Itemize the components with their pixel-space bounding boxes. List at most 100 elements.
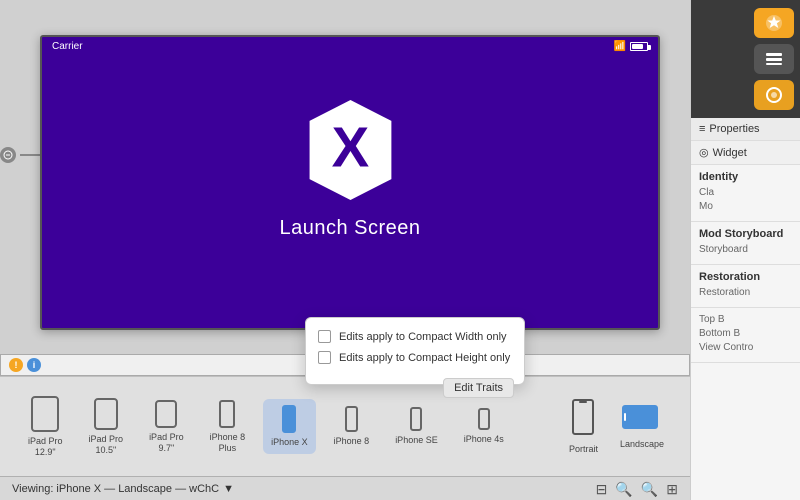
storyboard-title: Mod Storyboard bbox=[699, 228, 792, 240]
viewing-dropdown-arrow[interactable]: ▼ bbox=[223, 483, 234, 495]
ipad-pro-12-icon bbox=[31, 396, 59, 432]
xamarin-logo: X Launch Screen bbox=[279, 95, 420, 240]
view-contro-label: View Contro bbox=[699, 342, 753, 353]
zoom-controls: ⊟ 🔍 🔍 ⊞ bbox=[596, 482, 678, 496]
device-iphone-se[interactable]: iPhone SE bbox=[387, 401, 446, 452]
restoration-label: Restoration bbox=[699, 287, 750, 298]
warning-icon: ! bbox=[9, 358, 23, 372]
viewing-info: Viewing: iPhone X — Landscape — wChC ▼ bbox=[12, 483, 234, 495]
ipad-pro-12-label: iPad Pro12.9" bbox=[28, 436, 63, 458]
launch-screen-text: Launch Screen bbox=[279, 217, 420, 240]
device-ipad-pro-12[interactable]: iPad Pro12.9" bbox=[20, 390, 71, 464]
wifi-icon: 📶 bbox=[614, 41, 626, 52]
compact-height-checkbox[interactable] bbox=[318, 351, 331, 364]
top-b-label: Top B bbox=[699, 314, 725, 325]
popup-overlay: Edits apply to Compact Width only Edits … bbox=[305, 317, 525, 385]
ipad-pro-9-label: iPad Pro9.7" bbox=[149, 432, 184, 454]
device-iphone-8-plus[interactable]: iPhone 8Plus bbox=[202, 394, 254, 460]
iphone-se-label: iPhone SE bbox=[395, 435, 438, 446]
iphone-8-plus-icon bbox=[219, 400, 235, 428]
landscape-label: Landscape bbox=[620, 439, 664, 450]
device-iphone-8[interactable]: iPhone 8 bbox=[326, 400, 378, 453]
ipad-pro-10-label: iPad Pro10.5" bbox=[89, 434, 124, 456]
landscape-icon bbox=[622, 404, 662, 435]
iphone-4s-outline bbox=[478, 408, 490, 430]
widget-icon: ◎ bbox=[699, 146, 709, 159]
identity-section: Identity Cla Mo bbox=[691, 165, 800, 222]
identity-class-row: Cla bbox=[699, 187, 792, 198]
iphone-x-label: iPhone X bbox=[271, 437, 308, 448]
properties-label: Properties bbox=[709, 123, 759, 135]
compact-width-checkbox[interactable] bbox=[318, 330, 331, 343]
device-ipad-pro-10[interactable]: iPad Pro10.5" bbox=[81, 392, 132, 462]
identity-module-row: Mo bbox=[699, 201, 792, 212]
battery-icon bbox=[630, 42, 648, 51]
iphone-8-outline bbox=[345, 406, 358, 432]
restoration-row: Restoration bbox=[699, 287, 792, 298]
connector-circle bbox=[0, 147, 16, 163]
bottom-status-bar: Viewing: iPhone X — Landscape — wChC ▼ ⊟… bbox=[0, 476, 690, 500]
iphone-se-icon bbox=[410, 407, 422, 431]
grid-icon-button[interactable] bbox=[754, 44, 794, 74]
ipad-pro-10-icon bbox=[94, 398, 118, 430]
bottom-b-row: Bottom B bbox=[699, 328, 792, 339]
iphone-4s-label: iPhone 4s bbox=[464, 434, 504, 445]
storyboard-section: Mod Storyboard Storyboard bbox=[691, 222, 800, 265]
amber-icon-button[interactable] bbox=[754, 80, 794, 110]
identity-title: Identity bbox=[699, 171, 792, 183]
widget-label: Widget bbox=[713, 147, 747, 159]
device-ipad-pro-9[interactable]: iPad Pro9.7" bbox=[141, 394, 192, 460]
ipad-outline-lg bbox=[31, 396, 59, 432]
properties-icon: ≡ bbox=[699, 123, 705, 135]
battery-fill bbox=[632, 44, 643, 49]
restoration-section: Restoration Restoration bbox=[691, 265, 800, 308]
carrier-label: Carrier bbox=[52, 41, 83, 52]
svg-text:X: X bbox=[331, 115, 369, 178]
iphone-8-icon bbox=[345, 406, 358, 432]
compact-height-row: Edits apply to Compact Height only bbox=[318, 351, 512, 364]
zoom-fit-button[interactable]: ⊟ bbox=[596, 482, 608, 496]
viewing-label: Viewing: iPhone X — Landscape — wChC bbox=[12, 483, 219, 495]
popup-box: Edits apply to Compact Width only Edits … bbox=[305, 317, 525, 385]
extra-section: Top B Bottom B View Contro bbox=[691, 308, 800, 363]
ipad-outline-md bbox=[94, 398, 118, 430]
iphone-8-label: iPhone 8 bbox=[334, 436, 370, 447]
iphone-x-outline bbox=[282, 405, 296, 433]
zoom-in-button[interactable]: 🔍 bbox=[641, 482, 658, 496]
star-icon-button[interactable] bbox=[754, 8, 794, 38]
compact-width-row: Edits apply to Compact Width only bbox=[318, 330, 512, 343]
canvas-wrapper: Carrier 📶 X bbox=[0, 0, 690, 354]
edit-traits-button[interactable]: Edit Traits bbox=[443, 378, 514, 398]
iphone-x-icon bbox=[282, 405, 296, 433]
iphone-se-outline bbox=[410, 407, 422, 431]
restoration-title: Restoration bbox=[699, 271, 792, 283]
portrait-label: Portrait bbox=[569, 444, 598, 455]
zoom-out-button[interactable]: 🔍 bbox=[615, 482, 632, 496]
canvas-area: Carrier 📶 X bbox=[0, 0, 690, 500]
iphone-8-plus-label: iPhone 8Plus bbox=[210, 432, 246, 454]
iphone-8-plus-outline bbox=[219, 400, 235, 428]
ipad-pro-9-icon bbox=[155, 400, 177, 428]
iphone-4s-icon bbox=[478, 408, 490, 430]
iphone-canvas: Carrier 📶 X bbox=[40, 35, 660, 330]
compact-height-label: Edits apply to Compact Height only bbox=[339, 352, 510, 364]
module-label: Mo bbox=[699, 201, 713, 212]
info-icon: i bbox=[27, 358, 41, 372]
view-contro-row: View Contro bbox=[699, 342, 792, 353]
device-iphone-4s[interactable]: iPhone 4s bbox=[456, 402, 512, 451]
bottom-b-label: Bottom B bbox=[699, 328, 740, 339]
device-iphone-x[interactable]: iPhone X bbox=[263, 399, 316, 454]
zoom-reset-button[interactable]: ⊞ bbox=[666, 482, 678, 496]
device-picker: iPad Pro12.9" iPad Pro10.5" iPad Pro9.7" bbox=[0, 376, 690, 476]
right-top-icons bbox=[691, 0, 800, 118]
orientation-landscape[interactable]: Landscape bbox=[614, 400, 670, 454]
status-bar: Carrier 📶 bbox=[42, 37, 658, 57]
orientation-portrait[interactable]: Portrait bbox=[563, 395, 604, 459]
portrait-icon bbox=[571, 399, 595, 440]
properties-header: ≡ Properties bbox=[691, 118, 800, 141]
class-label: Cla bbox=[699, 187, 714, 198]
right-panel: ≡ Properties ◎ Widget Identity Cla Mo bbox=[690, 0, 800, 500]
status-bar-right: 📶 bbox=[614, 41, 648, 52]
top-b-row: Top B bbox=[699, 314, 792, 325]
ipad-outline-sm bbox=[155, 400, 177, 428]
